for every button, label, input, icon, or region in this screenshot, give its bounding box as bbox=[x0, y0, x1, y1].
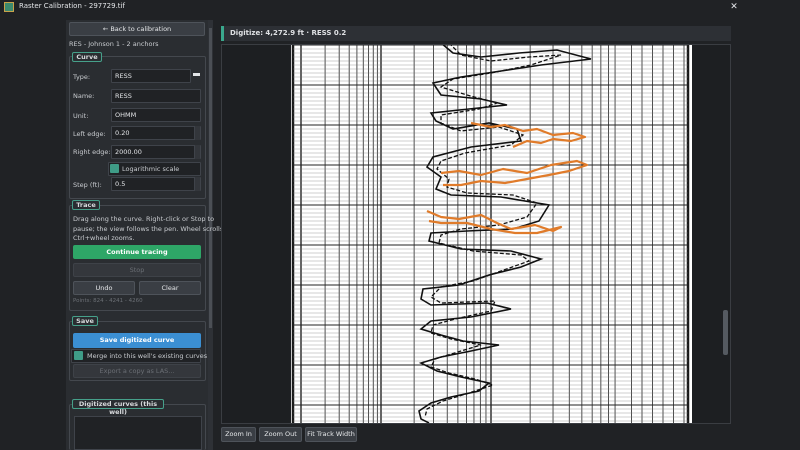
panel-scrollbar[interactable] bbox=[208, 20, 213, 450]
step-label: Step (ft): bbox=[73, 181, 102, 189]
calibration-context: RES - Johnson 1 - 2 anchors bbox=[69, 40, 159, 48]
merge-label: Merge into this well's existing curves bbox=[87, 352, 208, 360]
log-curves bbox=[418, 45, 592, 423]
right-edge-label: Right edge: bbox=[73, 148, 111, 156]
raster-log-image[interactable]: 4,2004,2254,2504,2754,3004,3254,3504,375 bbox=[291, 45, 692, 423]
trace-instructions-2: pause; the view follows the pen. Wheel s… bbox=[73, 225, 226, 233]
viewport-scrollbar-thumb[interactable] bbox=[723, 310, 728, 355]
unit-label: Unit: bbox=[73, 112, 89, 120]
log-raster-svg: 4,2004,2254,2504,2754,3004,3254,3504,375 bbox=[291, 45, 690, 423]
trace-group-title: Trace bbox=[72, 200, 100, 210]
close-icon[interactable]: ✕ bbox=[728, 0, 740, 14]
panel-scrollbar-thumb[interactable] bbox=[209, 28, 212, 328]
ink-curve-solid bbox=[418, 45, 592, 423]
dropdown-icon[interactable] bbox=[193, 73, 200, 76]
right-edge-stepper[interactable] bbox=[194, 145, 200, 159]
export-las-button[interactable]: Export a copy as LAS... bbox=[73, 364, 201, 378]
zoom-in-button[interactable]: Zoom In bbox=[221, 427, 256, 442]
points-readout: Points: 824 - 4241 - 4260 bbox=[73, 298, 143, 304]
title-bar: Raster Calibration - 297729.tif ✕ bbox=[0, 0, 800, 14]
fit-track-width-button[interactable]: Fit Track Width bbox=[305, 427, 357, 442]
step-field[interactable]: 0.5 bbox=[111, 177, 201, 191]
digitize-status: Digitize: 4,272.9 ft · RESS 0.2 bbox=[230, 29, 347, 37]
save-group-title: Save bbox=[72, 316, 98, 326]
merge-checkbox[interactable] bbox=[74, 351, 83, 360]
left-edge-label: Left edge: bbox=[73, 130, 106, 138]
app-icon bbox=[4, 2, 14, 12]
type-select[interactable]: RESS bbox=[111, 69, 191, 83]
save-digitized-curve-button[interactable]: Save digitized curve bbox=[73, 333, 201, 348]
curve-group-title: Curve bbox=[72, 52, 102, 62]
window-title: Raster Calibration - 297729.tif bbox=[19, 2, 125, 10]
traced-curve-segment-1 bbox=[470, 121, 587, 149]
name-label: Name: bbox=[73, 92, 95, 100]
back-to-calibration-button[interactable]: ← Back to calibration bbox=[69, 22, 205, 36]
trace-instructions-3: Ctrl+wheel zooms. bbox=[73, 234, 135, 242]
digitize-header: Digitize: 4,272.9 ft · RESS 0.2 bbox=[221, 26, 731, 41]
clear-button[interactable]: Clear bbox=[139, 281, 201, 295]
log-scale-label: Logarithmic scale bbox=[122, 165, 180, 173]
name-field[interactable]: RESS bbox=[111, 89, 201, 103]
trace-instructions-1: Drag along the curve. Right-click or Sto… bbox=[73, 215, 215, 223]
left-edge-field[interactable]: 0.20 bbox=[111, 126, 201, 140]
undo-button[interactable]: Undo bbox=[73, 281, 135, 295]
log-scale-checkbox[interactable] bbox=[110, 164, 119, 173]
left-edge-stepper[interactable] bbox=[194, 126, 200, 140]
type-label: Type: bbox=[73, 73, 91, 81]
stop-button[interactable]: Stop bbox=[73, 263, 201, 277]
digitized-curves-title: Digitized curves (this well) bbox=[72, 399, 164, 416]
continue-tracing-button[interactable]: Continue tracing bbox=[73, 245, 201, 259]
zoom-out-button[interactable]: Zoom Out bbox=[259, 427, 302, 442]
digitized-curves-list[interactable] bbox=[74, 416, 202, 450]
step-stepper[interactable] bbox=[194, 177, 200, 191]
unit-field[interactable]: OHMM bbox=[111, 108, 201, 122]
right-edge-field[interactable]: 2000.00 bbox=[111, 145, 201, 159]
